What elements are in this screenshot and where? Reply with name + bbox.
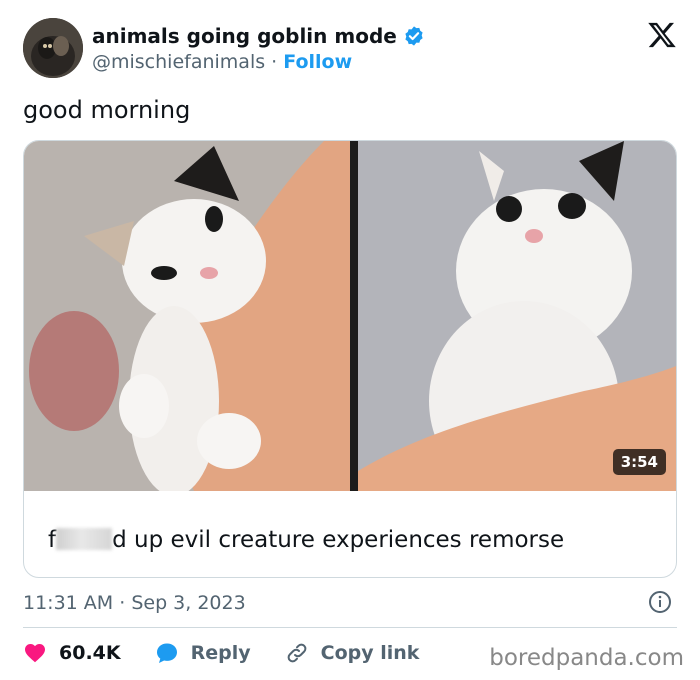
speech-bubble-icon <box>156 643 177 663</box>
watermark: boredpanda.com <box>489 645 684 671</box>
handle[interactable]: @mischiefanimals <box>92 51 265 73</box>
avatar[interactable] <box>23 18 83 78</box>
tweet-header: animals going goblin mode @mischiefanima… <box>23 18 677 80</box>
copy-link-button[interactable]: Copy link <box>285 641 420 665</box>
video-duration-badge: 3:54 <box>612 449 666 475</box>
info-icon[interactable] <box>648 590 672 614</box>
verified-badge-icon <box>403 25 425 47</box>
tweet-timestamp[interactable]: 11:31 AM · Sep 3, 2023 <box>23 592 246 614</box>
handle-separator: · <box>271 51 284 73</box>
display-name[interactable]: animals going goblin mode <box>92 24 397 48</box>
heart-icon <box>25 644 45 663</box>
action-bar: 60.4K Reply Copy link <box>23 638 453 668</box>
caption-suffix: d up evil creature experiences remorse <box>112 527 565 553</box>
tweet-date[interactable]: Sep 3, 2023 <box>131 592 245 614</box>
divider <box>23 627 677 628</box>
like-count: 60.4K <box>59 642 121 664</box>
copy-link-label: Copy link <box>320 642 420 664</box>
link-icon <box>287 643 306 663</box>
censored-blur <box>56 528 113 550</box>
reply-button[interactable]: Reply <box>155 641 251 665</box>
like-button[interactable]: 60.4K <box>23 641 121 665</box>
media-card[interactable]: 3:54 f d up evil creature experiences rem… <box>23 140 677 578</box>
caption-prefix: f <box>48 527 57 553</box>
handle-row: @mischiefanimals · Follow <box>92 51 352 73</box>
video-thumbnail[interactable] <box>24 141 676 491</box>
x-logo-icon[interactable] <box>647 20 677 50</box>
follow-button[interactable]: Follow <box>283 51 352 73</box>
tweet-time[interactable]: 11:31 AM <box>23 592 113 614</box>
reply-label: Reply <box>190 642 251 664</box>
name-row: animals going goblin mode <box>92 24 425 48</box>
tweet-text: good morning <box>23 96 191 124</box>
media-caption: f d up evil creature experiences remorse <box>48 527 564 553</box>
timestamp-separator: · <box>119 592 132 614</box>
